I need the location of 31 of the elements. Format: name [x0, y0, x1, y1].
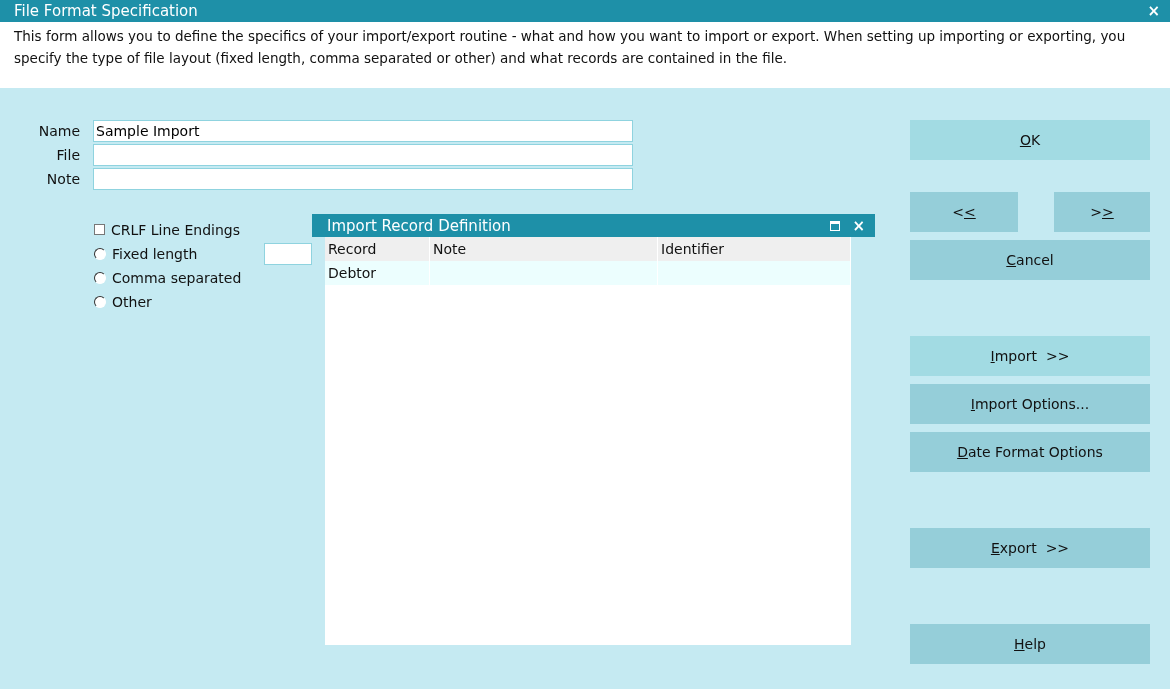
- text-field[interactable]: [93, 168, 633, 190]
- table-cell: Debtor: [325, 261, 430, 285]
- window-title: File Format Specification: [14, 2, 198, 20]
- option-label: Comma separated: [112, 269, 242, 286]
- field-label: Note: [45, 170, 80, 189]
- dialog-button[interactable]: <<: [910, 192, 1018, 232]
- option-label: Fixed length: [112, 245, 198, 262]
- dialog-button[interactable]: Help: [910, 624, 1150, 664]
- dialog-button[interactable]: OK: [910, 120, 1150, 160]
- length-field[interactable]: [264, 242, 312, 265]
- radio-button[interactable]: [94, 295, 106, 308]
- dialog-button[interactable]: Import Options...: [910, 384, 1150, 424]
- field-label: File: [55, 146, 80, 165]
- dialog-button[interactable]: Import >>: [910, 336, 1150, 376]
- dialog-button[interactable]: Date Format Options: [910, 432, 1150, 472]
- field-label: Name: [37, 122, 80, 141]
- dialog-button[interactable]: Export >>: [910, 528, 1150, 568]
- radio-button[interactable]: [94, 271, 106, 284]
- checkbox[interactable]: [94, 224, 105, 235]
- description-text: This form allows you to define the specifics of your import/export routine - what and how you want to import or export. When setting up importing or exporting, you specify the type of file layout (fixed length, comma separated or other) and what records are contained in the file.: [0, 22, 1170, 88]
- maximize-icon[interactable]: [830, 220, 841, 231]
- dialog-button[interactable]: Cancel: [910, 240, 1150, 280]
- close-button[interactable]: ×: [1147, 2, 1160, 20]
- subwindow-title: Import Record Definition: [327, 216, 511, 235]
- radio-button[interactable]: [94, 247, 106, 260]
- text-field[interactable]: [93, 144, 633, 166]
- option-label: Other: [112, 293, 152, 310]
- close-button[interactable]: ×: [852, 216, 865, 235]
- text-field[interactable]: Sample Import: [93, 120, 633, 142]
- option-label: CRLF Line Endings: [111, 221, 240, 238]
- dialog-button[interactable]: >>: [1054, 192, 1150, 232]
